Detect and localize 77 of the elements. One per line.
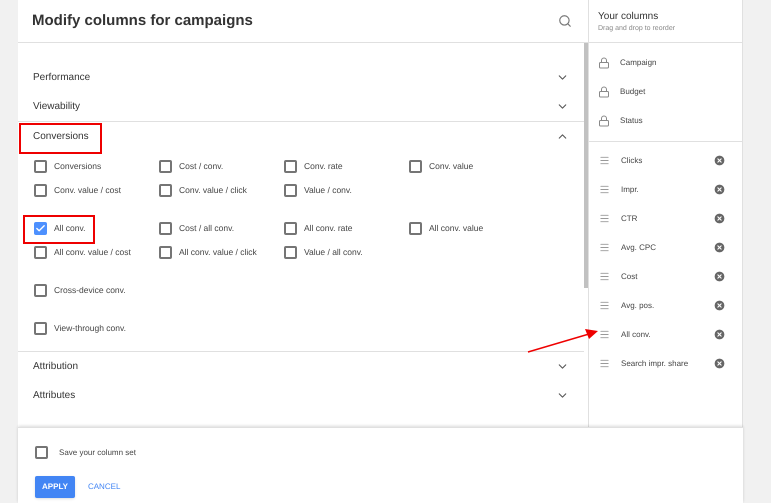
column-name: All conv. [621, 328, 652, 340]
checkbox[interactable] [159, 160, 172, 173]
panel-title: Your columns [598, 10, 660, 24]
checkbox[interactable] [35, 446, 48, 459]
checkbox-label: View-through conv. [54, 322, 126, 335]
column-name: Status [620, 114, 643, 126]
checkbox-label: Cost / all conv. [179, 222, 234, 235]
lock-icon [598, 86, 610, 98]
checkbox-label: Conversions [54, 160, 102, 173]
checkbox-label: Save your column set [59, 446, 136, 458]
section-title[interactable]: Conversions [33, 129, 89, 144]
remove-icon[interactable] [713, 212, 726, 225]
checkbox[interactable] [34, 322, 47, 335]
checkbox[interactable] [159, 246, 172, 259]
checkbox[interactable] [34, 184, 47, 197]
checkbox[interactable] [34, 160, 47, 173]
search-icon[interactable] [558, 14, 572, 28]
drag-handle-icon[interactable] [599, 184, 610, 195]
checkbox-label: All conv. value / cost [54, 246, 131, 259]
remove-icon[interactable] [713, 299, 726, 312]
drag-handle-icon[interactable] [599, 329, 610, 340]
drag-handle-icon[interactable] [599, 300, 610, 311]
column-name: Impr. [621, 184, 640, 196]
cancel-button[interactable]: CANCEL [84, 476, 124, 498]
checkbox-label: All conv. value [429, 222, 484, 235]
column-name: Clicks [621, 154, 644, 166]
checkbox[interactable] [409, 160, 422, 173]
column-name: Avg. CPC [621, 242, 657, 254]
lock-icon [598, 114, 610, 126]
column-name: Campaign [620, 56, 656, 68]
checkbox[interactable] [34, 222, 47, 235]
checkbox-label: Conv. rate [304, 160, 343, 173]
remove-icon[interactable] [713, 328, 726, 341]
checkbox-label: Conv. value [429, 160, 474, 173]
annotation-box [23, 215, 95, 244]
column-name: Budget [620, 86, 646, 98]
checkbox[interactable] [34, 284, 47, 297]
drag-handle-icon[interactable] [599, 242, 610, 253]
checkbox[interactable] [159, 184, 172, 197]
checkbox-label: Value / all conv. [304, 246, 363, 259]
drag-handle-icon[interactable] [599, 213, 610, 224]
checkbox[interactable] [284, 184, 297, 197]
drag-handle-icon[interactable] [599, 155, 610, 166]
checkbox[interactable] [284, 222, 297, 235]
annotation-arrow [527, 326, 599, 354]
checkbox[interactable] [409, 222, 422, 235]
drag-handle-icon[interactable] [599, 271, 610, 282]
checkbox[interactable] [34, 246, 47, 259]
checkbox-label: All conv. value / click [179, 246, 257, 259]
dialog-title: Modify columns for campaigns [32, 10, 253, 31]
section-title[interactable]: Performance [33, 70, 90, 85]
section-title[interactable]: Attribution [33, 359, 78, 374]
lock-icon [598, 56, 610, 68]
checkbox-label: Conv. value / click [179, 184, 247, 197]
column-name: Search impr. share [621, 358, 690, 370]
checkbox-label: Cross-device conv. [54, 284, 126, 297]
remove-icon[interactable] [713, 270, 726, 283]
checkbox[interactable] [284, 160, 297, 173]
apply-button[interactable]: APPLY [35, 476, 75, 498]
column-name: Avg. pos. [621, 300, 656, 312]
column-name: CTR [621, 212, 638, 224]
checkbox[interactable] [159, 222, 172, 235]
remove-icon[interactable] [713, 154, 726, 167]
section-title[interactable]: Attributes [33, 388, 76, 403]
checkbox-label: Cost / conv. [179, 160, 224, 173]
remove-icon[interactable] [713, 357, 726, 370]
remove-icon[interactable] [713, 183, 726, 196]
column-name: Cost [621, 270, 638, 282]
section-title[interactable]: Viewability [33, 99, 80, 114]
checkbox[interactable] [284, 246, 297, 259]
remove-icon[interactable] [713, 241, 726, 254]
checkbox-label: All conv. rate [304, 222, 353, 235]
checkbox-label: Conv. value / cost [54, 184, 121, 197]
checkbox-label: Value / conv. [304, 184, 352, 197]
checkbox-label: All conv. [54, 222, 86, 235]
scrollbar[interactable] [584, 43, 588, 288]
drag-handle-icon[interactable] [599, 358, 610, 369]
